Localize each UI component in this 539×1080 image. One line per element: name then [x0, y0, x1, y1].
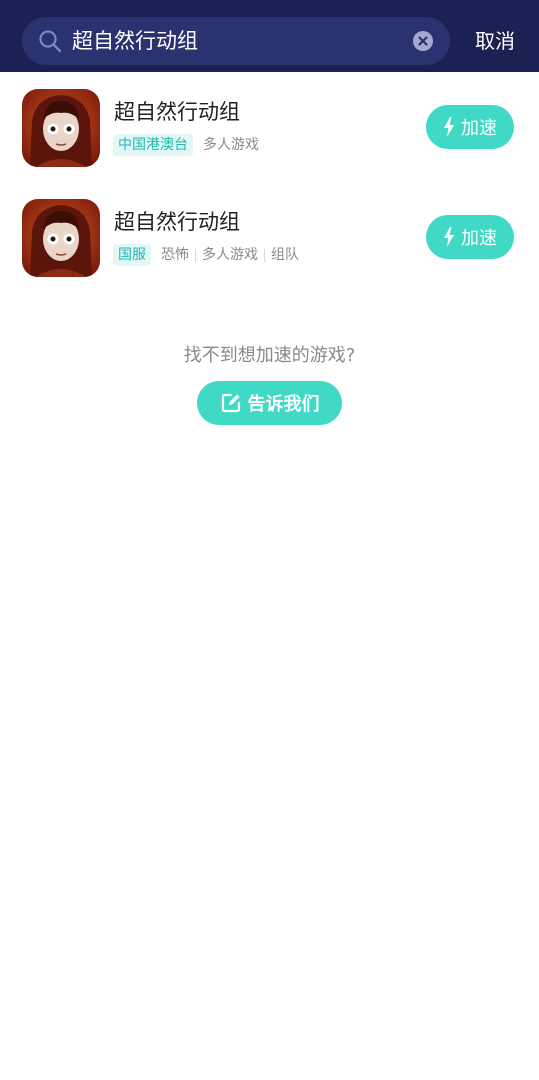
game-title: 超自然行动组 [114, 100, 240, 124]
search-query: 超自然行动组 [72, 29, 198, 53]
genre-tag: 多人游戏 [203, 137, 259, 153]
search-icon [39, 30, 62, 53]
tell-us-button[interactable]: 告诉我们 [197, 381, 342, 425]
not-found-prompt: 找不到想加速的游戏? [183, 345, 356, 366]
boost-label: 加速 [461, 228, 497, 249]
game-result-row[interactable]: 超自然行动组 国服 恐怖 多人游戏 组队 加速 [0, 188, 539, 298]
edit-icon [221, 393, 240, 413]
game-tags: 国服 恐怖 多人游戏 组队 [113, 244, 299, 266]
genre-tag: 组队 [271, 247, 299, 263]
cancel-button[interactable]: 取消 [468, 17, 522, 65]
region-tag: 中国港澳台 [113, 134, 193, 156]
tag-divider [195, 248, 196, 262]
game-result-row[interactable]: 超自然行动组 中国港澳台 多人游戏 加速 [0, 78, 539, 188]
tag-divider [264, 248, 265, 262]
boost-button[interactable]: 加速 [426, 215, 514, 259]
lightning-icon [444, 227, 454, 247]
game-cover-icon [22, 199, 100, 277]
boost-label: 加速 [461, 118, 497, 139]
clear-icon[interactable] [413, 31, 433, 51]
search-header: 超自然行动组 取消 [0, 0, 539, 72]
tell-us-label: 告诉我们 [247, 394, 320, 415]
genre-tag: 恐怖 [161, 247, 189, 263]
search-input[interactable]: 超自然行动组 [22, 17, 450, 65]
game-title: 超自然行动组 [114, 210, 240, 234]
boost-button[interactable]: 加速 [426, 105, 514, 149]
region-tag: 国服 [113, 244, 151, 266]
game-cover-icon [22, 89, 100, 167]
lightning-icon [444, 117, 454, 137]
genre-tag: 多人游戏 [202, 247, 258, 263]
game-tags: 中国港澳台 多人游戏 [113, 134, 259, 156]
